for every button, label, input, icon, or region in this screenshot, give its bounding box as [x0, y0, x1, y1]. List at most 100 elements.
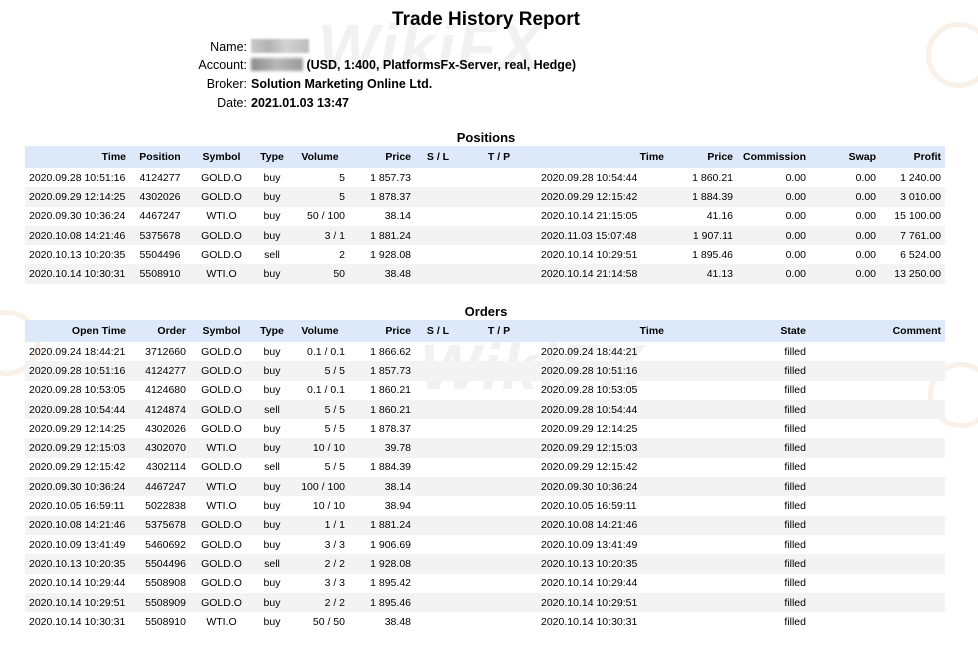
table-cell: 1 928.08 [370, 248, 411, 261]
table-row: 2020.09.29 12:14:25 4302026 GOLD.O buy 5 1 87… [25, 187, 945, 207]
table-cell [415, 207, 461, 226]
table-cell: 2020.10.08 14:21:46 [537, 515, 668, 535]
table-cell: 5375678 [130, 515, 190, 535]
table-cell: buy [263, 384, 281, 397]
table-cell: 2020.09.28 10:51:16 [25, 361, 130, 381]
table-cell: 10 / 10 [291, 438, 349, 458]
table-cell [810, 515, 945, 535]
table-cell: GOLD.O [201, 538, 242, 551]
positions-col-t-p-7: T / P [461, 146, 537, 168]
table-cell: 5504496 [130, 554, 190, 574]
positions-col-profit-12: Profit [880, 146, 945, 168]
table-cell: 2020.10.14 10:29:51 [537, 592, 668, 613]
table-cell [415, 225, 461, 246]
table-cell: 2020.10.14 10:30:31 [541, 615, 638, 628]
table-cell: buy [263, 345, 281, 358]
table-row: 2020.10.14 10:30:31 5508910 WTI.O buy 50 38.4… [25, 264, 945, 284]
table-cell: 3 / 3 [324, 538, 345, 551]
table-cell: 38.14 [349, 477, 415, 497]
table-cell: GOLD.O [190, 592, 253, 613]
orders-col-symbol-2: Symbol [190, 320, 253, 342]
table-cell: 1 907.11 [668, 225, 737, 246]
table-cell [461, 612, 537, 631]
table-cell: 5 / 5 [291, 361, 349, 381]
table-cell [810, 477, 945, 497]
broker-value: Solution Marketing Online Ltd. [251, 77, 433, 91]
orders-col-volume-4: Volume [291, 320, 349, 342]
table-cell: 0.00 [785, 171, 806, 184]
table-cell: 2020.09.29 12:14:25 [25, 187, 130, 207]
table-cell: 2020.10.13 10:20:35 [537, 554, 668, 574]
positions-col-price-5: Price [349, 146, 415, 168]
table-cell: filled [784, 461, 806, 474]
table-cell: 10 / 10 [312, 500, 345, 513]
table-cell [461, 361, 537, 381]
table-cell: 2 / 2 [291, 554, 349, 574]
table-cell: 2020.10.14 10:29:44 [541, 577, 638, 590]
table-cell: filled [784, 384, 806, 397]
account-row: Account: (USD, 1:400, PlatformsFx-Server… [150, 58, 576, 72]
table-cell: buy [253, 592, 291, 613]
table-cell: 2020.09.28 10:53:05 [29, 384, 126, 397]
table-cell: 38.14 [384, 210, 411, 223]
table-cell [461, 515, 537, 535]
table-cell: 13 250.00 [880, 264, 945, 284]
table-cell [810, 399, 945, 420]
table-cell: 1 240.00 [900, 171, 941, 184]
table-cell: WTI.O [190, 438, 253, 458]
table-cell: 1 / 1 [291, 515, 349, 535]
table-cell: 1 895.42 [370, 577, 411, 590]
table-cell [415, 419, 461, 438]
table-cell [461, 554, 537, 574]
table-cell: 2020.10.09 13:41:49 [29, 538, 126, 551]
table-cell [461, 592, 537, 613]
table-cell: 5 / 5 [324, 422, 345, 435]
table-cell: 38.94 [384, 500, 411, 513]
table-cell: 1 857.73 [370, 171, 411, 184]
table-cell: buy [253, 515, 291, 535]
table-cell: 1 895.46 [349, 592, 415, 613]
orders-col-price-5: Price [349, 320, 415, 342]
table-cell: filled [784, 615, 806, 628]
table-cell: 2020.10.14 21:15:05 [541, 210, 638, 223]
table-cell: GOLD.O [190, 515, 253, 535]
table-cell: 1 884.39 [370, 461, 411, 474]
table-cell [461, 477, 537, 497]
table-row: 2020.10.14 10:29:44 5508908 GOLD.O buy 3 / 3… [25, 574, 945, 593]
table-cell [461, 419, 537, 438]
table-cell: filled [784, 577, 806, 590]
watermark-logo-icon [926, 22, 978, 88]
table-cell: 2020.09.29 12:14:25 [541, 422, 638, 435]
table-cell: 2020.09.29 12:15:03 [25, 438, 130, 458]
table-cell: 4124874 [130, 399, 190, 420]
positions-col-s-l-6: S / L [415, 146, 461, 168]
table-cell: 0.00 [737, 225, 810, 246]
table-cell [415, 612, 461, 631]
table-cell [415, 187, 461, 207]
table-cell: GOLD.O [201, 248, 242, 261]
table-cell: sell [264, 248, 280, 261]
table-cell [461, 458, 537, 477]
table-cell: buy [263, 538, 281, 551]
table-cell: filled [668, 554, 810, 574]
table-cell: 1 895.46 [692, 248, 733, 261]
table-cell: 38.48 [349, 264, 415, 284]
table-cell [810, 612, 945, 631]
table-cell: buy [253, 264, 291, 284]
table-row: 2020.09.30 10:36:24 4467247 WTI.O buy 100 / … [25, 477, 945, 497]
table-cell [415, 592, 461, 613]
positions-col-time-8: Time [537, 146, 668, 168]
table-cell: 3 010.00 [880, 187, 945, 207]
table-cell: GOLD.O [201, 171, 242, 184]
table-cell: buy [263, 422, 281, 435]
table-cell [810, 458, 945, 477]
table-cell: filled [668, 361, 810, 381]
positions-col-type-3: Type [253, 146, 291, 168]
table-cell: buy [253, 438, 291, 458]
table-row: 2020.09.28 10:51:16 4124277 GOLD.O buy 5 / 5… [25, 361, 945, 381]
table-cell: 2020.11.03 15:07:48 [537, 225, 668, 246]
positions-col-position-1: Position [130, 146, 190, 168]
table-cell [415, 399, 461, 420]
table-cell: filled [784, 500, 806, 513]
table-cell: 0.1 / 0.1 [307, 345, 345, 358]
